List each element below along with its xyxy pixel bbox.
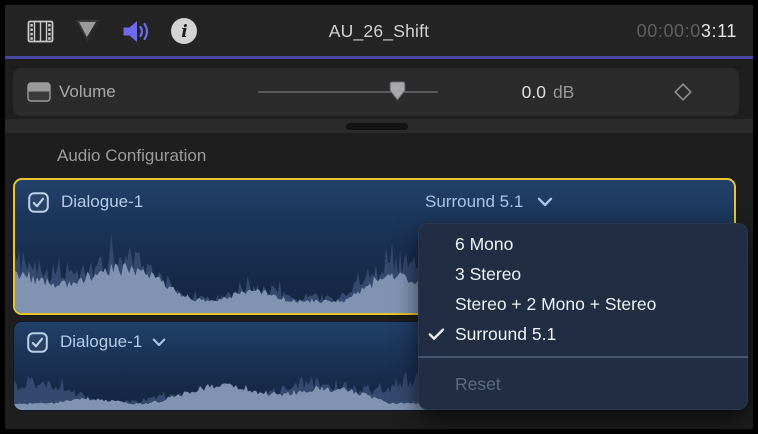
- menu-item-stereo-2mono-stereo[interactable]: Stereo + 2 Mono + Stereo: [418, 289, 748, 319]
- clip-filmstrip-icon[interactable]: [25, 16, 55, 46]
- inspector-accent-divider: [5, 56, 753, 59]
- menu-item-reset[interactable]: Reset: [418, 369, 748, 399]
- audio-inspector-panel: i AU_26_Shift 00:00:03:11 Volume 0.0: [5, 5, 753, 429]
- svg-text:i: i: [181, 22, 187, 42]
- menu-item-label: 3 Stereo: [455, 264, 521, 285]
- inspector-topbar: i AU_26_Shift 00:00:03:11: [5, 5, 753, 57]
- volume-slider-track[interactable]: [258, 91, 438, 93]
- menu-item-label: Reset: [455, 374, 501, 395]
- channel-format-menu: 6 Mono 3 Stereo Stereo + 2 Mono + Stereo…: [418, 223, 748, 410]
- speaker-icon: [121, 18, 151, 45]
- channel-1-label: Dialogue-1: [61, 192, 143, 212]
- menu-item-3-stereo[interactable]: 3 Stereo: [418, 259, 748, 289]
- channel-1-checkbox[interactable]: [28, 192, 49, 213]
- channel-2-label: Dialogue-1: [60, 332, 142, 352]
- menu-item-surround-5-1[interactable]: Surround 5.1: [418, 319, 748, 349]
- chevron-down-icon: [537, 197, 553, 207]
- info-inspector-button[interactable]: i: [169, 16, 199, 46]
- menu-item-label: Surround 5.1: [455, 324, 556, 345]
- menu-item-label: Stereo + 2 Mono + Stereo: [455, 294, 656, 315]
- inspector-window: i AU_26_Shift 00:00:03:11 Volume 0.0: [0, 0, 758, 434]
- channel-1-format-value: Surround 5.1: [425, 192, 523, 212]
- channel-1-header: Dialogue-1 Surround 5.1: [15, 180, 734, 224]
- timecode-display: 00:00:03:11: [637, 5, 737, 57]
- menu-item-label: 6 Mono: [455, 234, 513, 255]
- video-inspector-button[interactable]: [73, 16, 103, 46]
- audio-configuration-heading: Audio Configuration: [57, 146, 206, 166]
- audio-inspector-button[interactable]: [121, 16, 151, 46]
- volume-label: Volume: [59, 68, 116, 116]
- info-icon: i: [170, 17, 198, 45]
- volume-parameter-row: Volume 0.0 dB: [13, 68, 739, 116]
- volume-slider-handle[interactable]: [389, 81, 406, 101]
- keyframe-diamond-button[interactable]: [673, 82, 693, 102]
- section-resize-bar: [5, 119, 753, 133]
- volume-value: 0.0: [522, 82, 546, 103]
- volume-value-field[interactable]: 0.0 dB: [483, 68, 613, 116]
- film-strip-icon: [27, 18, 54, 45]
- channel-2-checkbox[interactable]: [27, 332, 48, 353]
- video-inspector-triangle-icon: [74, 18, 102, 44]
- clip-title: AU_26_Shift: [329, 5, 429, 57]
- channel-1-format-dropdown[interactable]: Surround 5.1: [425, 180, 553, 224]
- timecode-dim-digits: 00:00:0: [637, 21, 701, 42]
- volume-unit: dB: [553, 82, 574, 103]
- check-slot: [418, 328, 455, 341]
- timecode-bright-digits: 3:11: [701, 21, 737, 42]
- channel-2-disclosure-chevron-icon[interactable]: [152, 338, 166, 347]
- inspector-tab-icons: i: [25, 5, 199, 57]
- menu-separator: [418, 356, 748, 358]
- resize-drag-handle[interactable]: [346, 123, 408, 130]
- volume-animation-icon: [27, 82, 51, 102]
- menu-item-6-mono[interactable]: 6 Mono: [418, 229, 748, 259]
- checkmark-icon: [428, 328, 445, 341]
